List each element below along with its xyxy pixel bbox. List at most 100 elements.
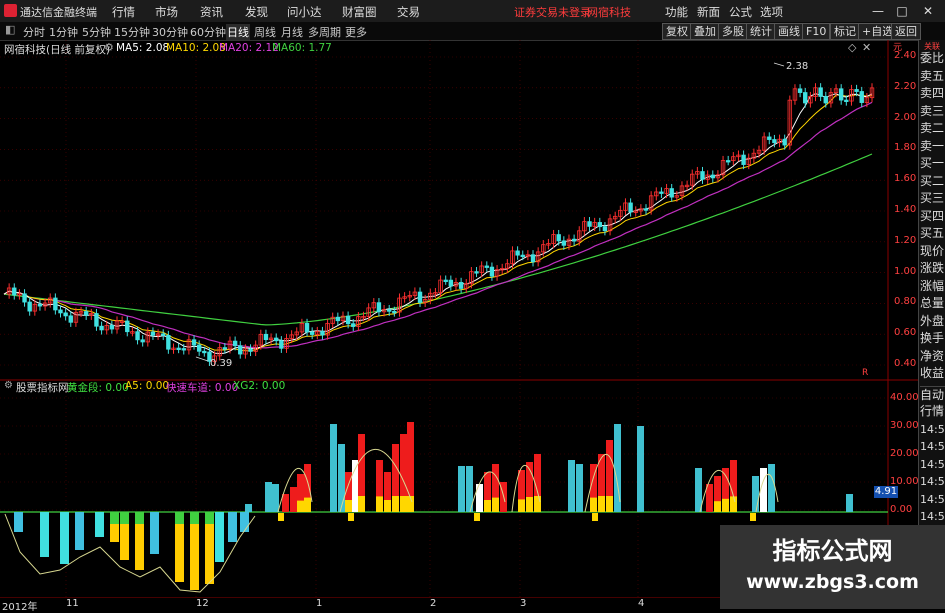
candle-body [376, 302, 382, 313]
price-tick: 2.00 [894, 111, 917, 123]
panel-item[interactable]: 卖二 [920, 120, 945, 137]
period-1min[interactable]: 1分钟 [48, 24, 79, 40]
candle-body [387, 309, 392, 312]
period-5min[interactable]: 5分钟 [81, 24, 112, 40]
candle-body [335, 316, 341, 322]
panel-item[interactable]: 净资 [920, 348, 945, 365]
panel-item[interactable]: 外盘 [920, 313, 945, 330]
toolbar-formula[interactable]: 公式 [729, 4, 752, 20]
panel-item[interactable]: 涨幅 [920, 278, 945, 295]
period-60min[interactable]: 60分钟 [189, 24, 227, 40]
period-monthly[interactable]: 月线 [280, 24, 304, 40]
kline-chart[interactable]: 2.38 0.39 [0, 40, 918, 598]
menu-news[interactable]: 资讯 [200, 4, 223, 20]
indicator-neg-bar [95, 512, 104, 537]
app-logo-icon [4, 4, 17, 17]
candle-body [782, 138, 787, 146]
indicator-neg-bar [40, 512, 49, 557]
tab-draw[interactable]: 画线 [774, 23, 804, 40]
app-title: 通达信金融终端 [20, 6, 97, 19]
panel-item[interactable]: 买三 [920, 190, 945, 207]
period-15min[interactable]: 15分钟 [113, 24, 151, 40]
period-daily[interactable]: 日线 [226, 24, 250, 40]
period-multi[interactable]: 多周期 [307, 24, 342, 40]
indicator-fast-lane: 快速车道: 0.00 [166, 382, 239, 394]
maximize-button[interactable]: □ [892, 2, 912, 20]
signal-marker [278, 513, 284, 521]
panel-item[interactable]: 行情 [920, 403, 945, 420]
tab-adjust[interactable]: 复权 [662, 23, 692, 40]
indicator-yellow-seg [384, 500, 391, 512]
indicator-yellow-seg [358, 496, 365, 512]
indicator-xg2: XG2: 0.00 [233, 380, 286, 392]
menu-market[interactable]: 行情 [112, 4, 135, 20]
candle-body [109, 325, 115, 330]
tab-f10[interactable]: F10 [802, 23, 831, 40]
candle-body [659, 191, 664, 194]
period-tick[interactable]: 分时 [22, 24, 46, 40]
panel-item[interactable]: 买一 [920, 155, 945, 172]
indicator-a5: A5: 0.00 [125, 380, 170, 392]
indicator-yellow-seg [376, 496, 383, 512]
layout-toggle-icon[interactable]: ◧ [4, 23, 16, 36]
panel-item[interactable]: 卖五 [920, 68, 945, 85]
panel-item[interactable]: 卖四 [920, 85, 945, 102]
panel-item[interactable]: 收益 [920, 365, 945, 382]
panel-item[interactable]: 卖三 [920, 103, 945, 120]
panel-item[interactable]: 自动 [920, 385, 945, 404]
menu-ask[interactable]: 问小达 [287, 4, 322, 20]
menu-wealth[interactable]: 财富圈 [342, 4, 377, 20]
period-30min[interactable]: 30分钟 [151, 24, 189, 40]
panel-item[interactable]: 卖一 [920, 138, 945, 155]
toolbar-options[interactable]: 选项 [760, 4, 783, 20]
panel-item[interactable]: 总量 [920, 295, 945, 312]
panel-item[interactable]: 买五 [920, 225, 945, 242]
minimize-button[interactable]: — [868, 2, 888, 20]
tab-back[interactable]: 返回 [891, 23, 921, 40]
ma60-line [3, 153, 873, 326]
candle-body [710, 174, 715, 179]
panel-item[interactable]: 涨跌 [920, 260, 945, 277]
indicator-gear-icon[interactable]: ⚙ [4, 380, 13, 391]
panel-item[interactable]: 买二 [920, 173, 945, 190]
candle-body [417, 291, 423, 303]
price-tick: 1.80 [894, 142, 917, 154]
close-button[interactable]: ✕ [918, 2, 938, 20]
indicator-pos-bar [330, 424, 337, 512]
indicator-pos-bar [282, 494, 289, 512]
tab-stats[interactable]: 统计 [746, 23, 776, 40]
candle-body [37, 303, 43, 307]
menu-discover[interactable]: 发现 [245, 4, 268, 20]
tab-mark[interactable]: 标记 [830, 23, 860, 40]
candle-body [166, 335, 171, 350]
menu-trade[interactable]: 交易 [397, 4, 420, 20]
indicator-pos-bar [458, 466, 465, 512]
indicator-neg-bar [60, 512, 69, 564]
candle-body [22, 293, 27, 303]
panel-time: 14:50 [920, 492, 945, 506]
candle-body [309, 331, 315, 335]
signal-marker [592, 513, 598, 521]
x-label: 2 [430, 598, 437, 609]
panel-item[interactable]: 现价 [920, 243, 945, 260]
panel-time: 14:50 [920, 440, 945, 453]
login-notice[interactable]: 证券交易未登录 [514, 4, 591, 20]
toolbar-function[interactable]: 功能 [665, 4, 688, 20]
indicator-pos-bar [695, 468, 702, 512]
period-more[interactable]: 更多 [344, 24, 368, 40]
period-weekly[interactable]: 周线 [253, 24, 277, 40]
tab-overlay[interactable]: 叠加 [690, 23, 720, 40]
candle-body [191, 339, 197, 346]
menu-markets[interactable]: 市场 [155, 4, 178, 20]
watermark-url: www.zbgs3.com [746, 571, 919, 593]
indicator-pos-bar [265, 482, 272, 512]
panel-item[interactable]: 换手 [920, 330, 945, 347]
toolbar-new-page[interactable]: 新面 [697, 4, 720, 20]
panel-item[interactable]: 委比 [920, 50, 945, 67]
candle-body [248, 348, 253, 352]
tab-multi-stock[interactable]: 多股 [718, 23, 748, 40]
candle-body [741, 154, 746, 165]
panel-time: 14:50 [920, 475, 945, 488]
indicator-yellow-seg [730, 496, 737, 512]
panel-item[interactable]: 买四 [920, 208, 945, 225]
